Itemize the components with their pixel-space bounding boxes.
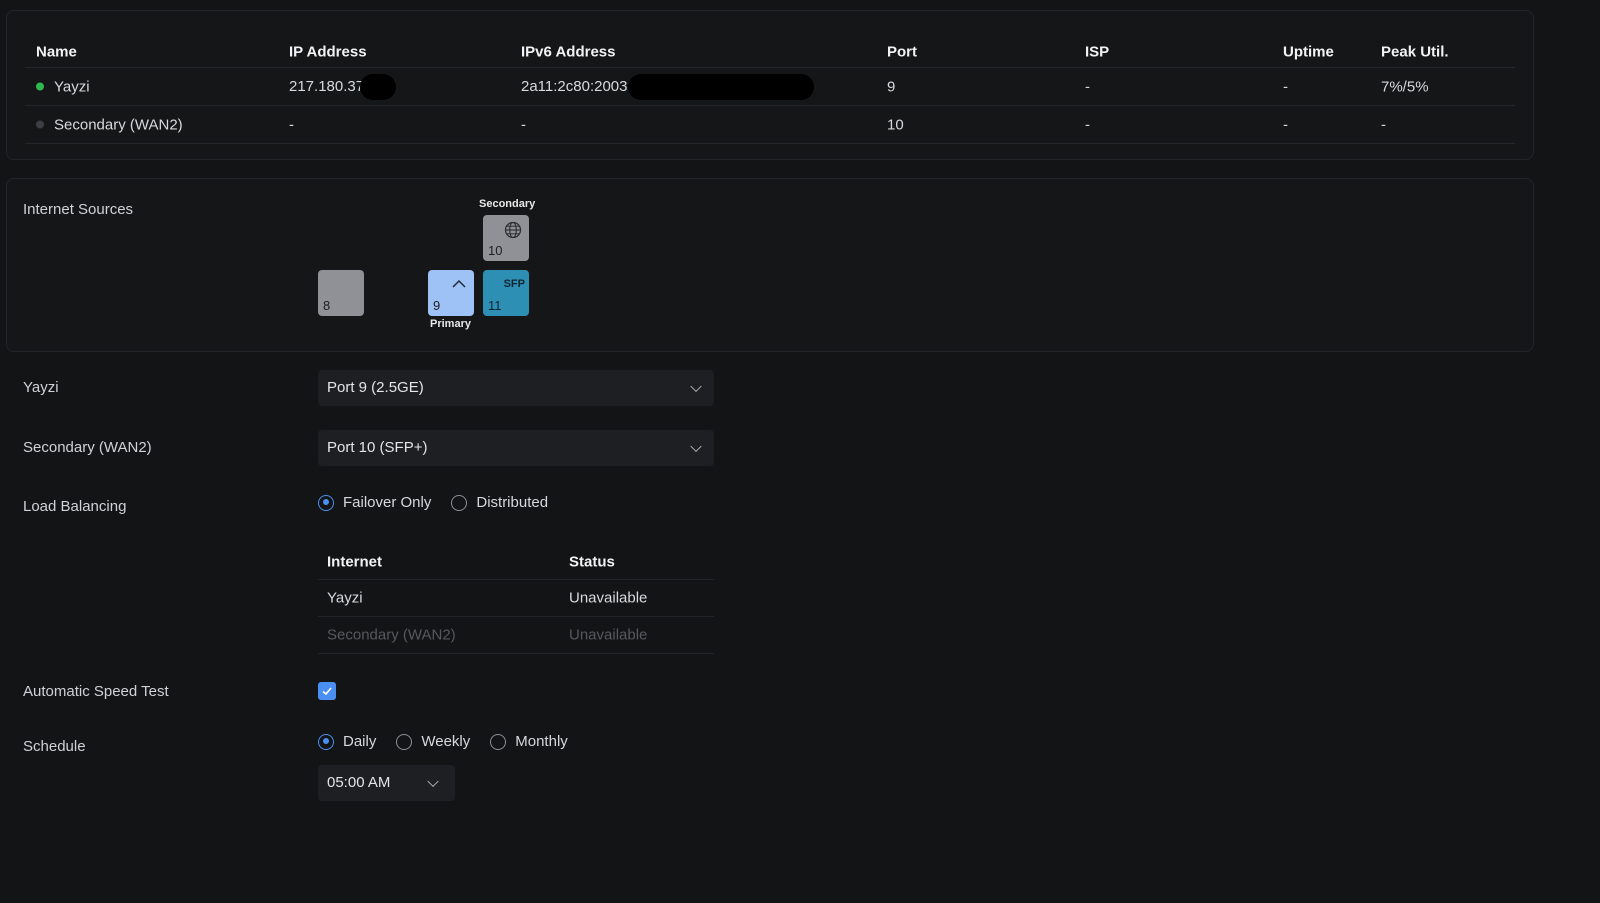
internet-sources-label: Internet Sources — [23, 201, 134, 218]
port-9[interactable]: 9 — [428, 270, 474, 316]
schedule-time-select[interactable]: 05:00 AM — [318, 765, 455, 801]
radio-label: Weekly — [421, 733, 471, 750]
col-name[interactable]: Name — [36, 44, 77, 61]
wan-name: Yayzi — [54, 78, 90, 95]
status-dot — [36, 82, 44, 91]
schedule-options: Daily Weekly Monthly — [318, 733, 588, 750]
chevron-down-icon — [690, 380, 702, 393]
select-value: Port 10 (SFP+) — [327, 439, 428, 456]
radio-circle — [318, 733, 334, 750]
radio-weekly[interactable]: Weekly — [396, 733, 470, 750]
schedule-label: Schedule — [23, 738, 86, 755]
redaction-mark — [627, 73, 814, 100]
secondary-port-select[interactable]: Port 10 (SFP+) — [318, 430, 714, 466]
col-uptime[interactable]: Uptime — [1283, 44, 1334, 61]
redaction-mark — [360, 73, 397, 100]
table-row[interactable]: Yayzi 217.180.37 2a11:2c80:2003: 9 - - 7… — [25, 68, 1515, 106]
isp-value: - — [1085, 116, 1090, 133]
port-number: 11 — [488, 298, 502, 313]
wan-table-panel: Name IP Address IPv6 Address Port ISP Up… — [6, 10, 1534, 160]
col-ip[interactable]: IP Address — [289, 44, 367, 61]
radio-daily[interactable]: Daily — [318, 733, 376, 750]
radio-circle — [451, 494, 468, 511]
checkmark-icon — [322, 687, 332, 696]
primary-port-label: Primary — [430, 318, 471, 330]
select-value: 05:00 AM — [327, 774, 391, 791]
port-number: 10 — [488, 243, 503, 258]
secondary-label: Secondary (WAN2) — [23, 439, 152, 456]
internet-name: Secondary (WAN2) — [327, 626, 456, 644]
radio-monthly[interactable]: Monthly — [490, 733, 568, 750]
sfp-badge: SFP — [503, 278, 525, 290]
ipv6-address: 2a11:2c80:2003: — [521, 77, 632, 95]
port-8[interactable]: 8 — [318, 270, 364, 316]
peak-util-value: 7%/5% — [1381, 78, 1429, 95]
col-isp[interactable]: ISP — [1085, 44, 1109, 61]
table-row: Secondary (WAN2) Unavailable — [318, 617, 714, 654]
radio-failover-only[interactable]: Failover Only — [318, 494, 431, 511]
port-11[interactable]: SFP 11 — [483, 270, 529, 316]
ip-address: - — [289, 116, 294, 133]
radio-label: Distributed — [476, 494, 549, 511]
yayzi-port-select[interactable]: Port 9 (2.5GE) — [318, 370, 714, 406]
chevron-down-icon — [690, 440, 702, 453]
globe-icon — [504, 221, 522, 239]
table-row: Yayzi Unavailable — [318, 580, 714, 617]
peak-util-value: - — [1381, 116, 1386, 133]
radio-circle — [396, 733, 413, 750]
ip-address: 217.180.37 — [289, 77, 365, 95]
port-value: 9 — [887, 78, 896, 95]
speed-test-label: Automatic Speed Test — [23, 683, 169, 700]
radio-label: Daily — [343, 733, 377, 750]
isp-value: - — [1085, 78, 1090, 95]
table-row[interactable]: Secondary (WAN2) - - 10 - - - — [25, 106, 1515, 144]
col-port[interactable]: Port — [887, 44, 917, 61]
status-table-header: Internet Status — [318, 545, 714, 580]
load-balancing-label: Load Balancing — [23, 498, 127, 515]
failover-status-table: Internet Status Yayzi Unavailable Second… — [318, 545, 714, 654]
secondary-port-label: Secondary — [479, 198, 536, 210]
col-peak-util[interactable]: Peak Util. — [1381, 44, 1449, 61]
radio-distributed[interactable]: Distributed — [451, 494, 548, 511]
radio-label: Failover Only — [343, 494, 432, 511]
port-10[interactable]: 10 — [483, 215, 529, 261]
chevron-up-icon — [452, 279, 466, 288]
internet-sources-panel — [6, 178, 1534, 352]
status-dot — [36, 120, 44, 129]
wan-name: Secondary (WAN2) — [54, 116, 183, 133]
wan-table-header: Name IP Address IPv6 Address Port ISP Up… — [25, 37, 1515, 68]
radio-circle — [490, 733, 507, 750]
ipv6-address: - — [521, 116, 526, 133]
internet-status: Unavailable — [569, 589, 648, 607]
internet-name: Yayzi — [327, 589, 363, 607]
radio-circle — [318, 494, 334, 511]
internet-status: Unavailable — [569, 626, 648, 644]
chevron-down-icon — [427, 775, 439, 788]
load-balancing-options: Failover Only Distributed — [318, 494, 568, 511]
select-value: Port 9 (2.5GE) — [327, 379, 424, 396]
uptime-value: - — [1283, 116, 1288, 133]
port-value: 10 — [887, 116, 904, 133]
speed-test-checkbox[interactable] — [318, 682, 336, 700]
wan-table: Name IP Address IPv6 Address Port ISP Up… — [25, 37, 1515, 144]
col-internet: Internet — [327, 553, 383, 571]
col-status: Status — [569, 553, 615, 571]
port-number: 8 — [323, 298, 331, 313]
port-number: 9 — [433, 298, 441, 313]
uptime-value: - — [1283, 78, 1288, 95]
yayzi-label: Yayzi — [23, 379, 59, 396]
col-ipv6[interactable]: IPv6 Address — [521, 44, 616, 61]
radio-label: Monthly — [515, 733, 568, 750]
